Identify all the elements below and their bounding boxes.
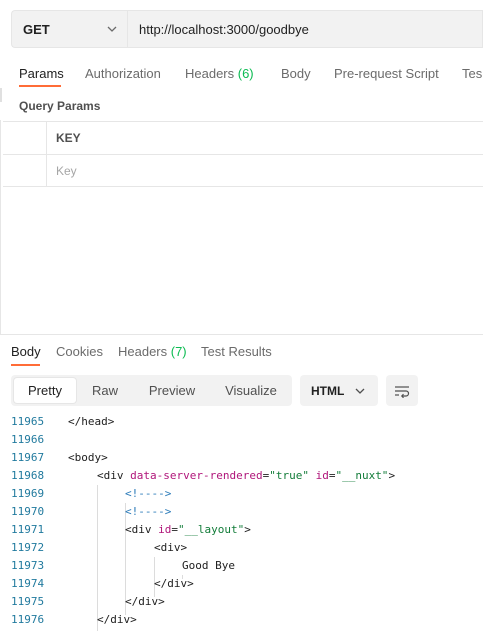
code-token: "true" bbox=[269, 469, 309, 482]
code-line: 11969 <!----> bbox=[0, 485, 483, 503]
panel-border bbox=[0, 120, 1, 335]
line-number: 11967 bbox=[11, 451, 45, 464]
line-number: 11966 bbox=[11, 433, 45, 446]
code-line: 11971 <div id="__layout"> bbox=[0, 521, 483, 539]
code-line: 11966 bbox=[0, 431, 483, 449]
code-token: "__nuxt" bbox=[335, 469, 389, 482]
line-number: 11972 bbox=[11, 541, 45, 554]
line-number: 11968 bbox=[11, 469, 45, 482]
language-label: HTML bbox=[311, 383, 345, 398]
line-number: 11969 bbox=[11, 487, 45, 500]
line-number: 11965 bbox=[11, 415, 45, 428]
pane-divider[interactable] bbox=[0, 334, 483, 335]
code-line: 11972 <div> bbox=[0, 539, 483, 557]
code-text: <div data-server-rendered="true" id="__n… bbox=[97, 469, 395, 482]
preview-button[interactable]: Preview bbox=[135, 378, 209, 403]
line-number: 11971 bbox=[11, 523, 45, 536]
url-text: http://localhost:3000/goodbye bbox=[139, 21, 309, 37]
row-checkbox-cell[interactable] bbox=[3, 155, 47, 186]
key-column-header: KEY bbox=[56, 131, 81, 145]
code-token: > bbox=[388, 469, 396, 482]
table-header-row: KEY bbox=[3, 121, 483, 154]
language-select[interactable]: HTML bbox=[300, 375, 378, 406]
code-token: "__layout" bbox=[178, 523, 245, 536]
code-line: 11970 <!----> bbox=[0, 503, 483, 521]
request-bar: GET http://localhost:3000/goodbye bbox=[11, 10, 483, 48]
code-text: <div> bbox=[154, 541, 187, 554]
code-token: <div bbox=[125, 523, 159, 536]
tab-pre-request-script[interactable]: Pre-request Script bbox=[334, 66, 439, 81]
code-text: <div id="__layout"> bbox=[125, 523, 251, 536]
code-line: 11976 </div> bbox=[0, 611, 483, 629]
raw-button[interactable]: Raw bbox=[78, 378, 132, 403]
chevron-down-icon bbox=[355, 388, 365, 394]
query-params-table: KEY Key bbox=[3, 121, 483, 187]
table-row: Key bbox=[3, 154, 483, 187]
wrap-lines-icon bbox=[395, 385, 410, 398]
code-token: </head> bbox=[68, 415, 115, 428]
tab-headers[interactable]: Headers (6) bbox=[185, 66, 254, 81]
wrap-lines-button[interactable] bbox=[386, 375, 418, 406]
view-mode-selector: Pretty Raw Preview Visualize bbox=[11, 375, 292, 406]
line-number: 11970 bbox=[11, 505, 45, 518]
code-text: <!----> bbox=[125, 505, 171, 518]
code-line: 11967 <body> bbox=[0, 449, 483, 467]
method-label: GET bbox=[23, 21, 50, 37]
code-token: <!----> bbox=[125, 487, 172, 500]
line-number: 11975 bbox=[11, 595, 45, 608]
response-code-viewer[interactable]: 11965 </head> 11966 11967 <body> 11968 <div da… bbox=[0, 413, 483, 631]
code-text: </div> bbox=[125, 595, 165, 608]
code-token: <body> bbox=[68, 451, 108, 464]
request-tabs: Params Authorization Headers (6) Body Pr… bbox=[0, 58, 483, 88]
query-params-title: Query Params bbox=[19, 99, 101, 113]
code-token: id bbox=[158, 523, 172, 536]
code-line: 11965 </head> bbox=[0, 413, 483, 431]
key-input[interactable]: Key bbox=[56, 164, 77, 178]
pretty-button[interactable]: Pretty bbox=[14, 378, 76, 403]
code-text: </div> bbox=[154, 577, 194, 590]
code-token: <div> bbox=[154, 541, 188, 554]
tab-body[interactable]: Body bbox=[281, 66, 311, 81]
tab-authorization[interactable]: Authorization bbox=[85, 66, 161, 81]
line-number: 11976 bbox=[11, 613, 45, 626]
code-token: = bbox=[171, 523, 178, 536]
tab-tests[interactable]: Tes bbox=[462, 66, 482, 81]
code-text: </head> bbox=[68, 415, 114, 428]
code-token: Good Bye bbox=[182, 559, 235, 572]
headers-count: (6) bbox=[237, 66, 254, 81]
active-tab-indicator bbox=[19, 85, 61, 87]
code-text: Good Bye bbox=[182, 559, 235, 572]
code-token: > bbox=[244, 523, 251, 536]
tab-cookies[interactable]: Cookies bbox=[56, 344, 103, 359]
code-token: data-server-rendered bbox=[130, 469, 263, 482]
active-response-tab-indicator bbox=[11, 364, 40, 366]
tab-response-body[interactable]: Body bbox=[11, 344, 41, 359]
panel-edge bbox=[0, 88, 2, 102]
code-line: 11974 </div> bbox=[0, 575, 483, 593]
code-token: </div> bbox=[154, 577, 194, 590]
code-token: <!----> bbox=[125, 505, 172, 518]
code-line: 11975 </div> bbox=[0, 593, 483, 611]
code-text: <!----> bbox=[125, 487, 171, 500]
code-text: <body> bbox=[68, 451, 108, 464]
code-text: </div> bbox=[97, 613, 137, 626]
checkbox-column bbox=[3, 122, 47, 154]
code-token: id bbox=[315, 469, 329, 482]
chevron-down-icon bbox=[107, 26, 117, 32]
code-token: </div> bbox=[97, 613, 137, 626]
tab-params[interactable]: Params bbox=[19, 66, 64, 81]
code-line: 11973 Good Bye bbox=[0, 557, 483, 575]
response-headers-count: (7) bbox=[170, 344, 187, 359]
code-token: <div bbox=[97, 469, 131, 482]
code-token: </div> bbox=[125, 595, 165, 608]
line-number: 11974 bbox=[11, 577, 45, 590]
method-select[interactable]: GET bbox=[11, 10, 127, 48]
visualize-button[interactable]: Visualize bbox=[213, 378, 289, 403]
url-input[interactable]: http://localhost:3000/goodbye bbox=[127, 10, 483, 48]
line-number: 11973 bbox=[11, 559, 45, 572]
code-line: 11968 <div data-server-rendered="true" id… bbox=[0, 467, 483, 485]
tab-test-results[interactable]: Test Results bbox=[201, 344, 272, 359]
tab-response-headers[interactable]: Headers (7) bbox=[118, 344, 187, 359]
